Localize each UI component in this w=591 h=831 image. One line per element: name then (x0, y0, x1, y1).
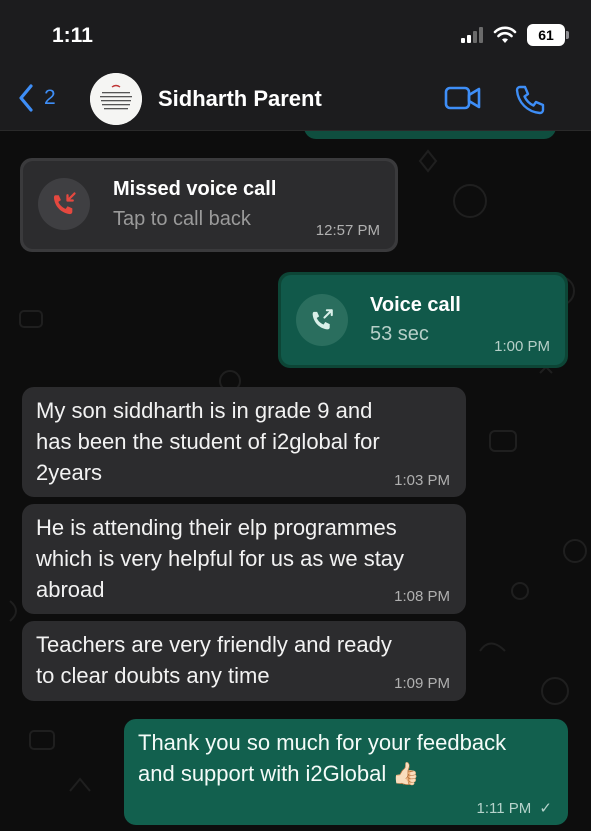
message-text: He is attending their elp programmes whi… (36, 512, 404, 605)
outgoing-call-icon (312, 309, 333, 330)
incoming-message[interactable]: Teachers are very friendly and ready to … (22, 621, 466, 701)
incoming-message[interactable]: My son siddharth is in grade 9 and has b… (22, 387, 466, 497)
back-chevron-icon (19, 84, 33, 112)
message-time: 12:57 PM (315, 222, 380, 239)
video-call-icon (444, 86, 481, 110)
outgoing-message[interactable]: Thank you so much for your feedback and … (124, 719, 568, 825)
message-time: 1:08 PM (394, 588, 450, 605)
message-line: abroad (36, 577, 105, 602)
wifi-icon (493, 26, 517, 43)
avatar-image (90, 73, 142, 125)
video-call-button[interactable] (444, 84, 482, 117)
message-time: 1:00 PM (494, 338, 550, 355)
avatar[interactable] (90, 73, 142, 125)
battery-level: 61 (538, 27, 554, 43)
missed-call-title: Missed voice call (113, 178, 277, 200)
message-line: and support with i2Global 👍🏻 (138, 761, 420, 786)
missed-call-bubble[interactable]: Missed voice call Tap to call back 12:57… (20, 158, 398, 252)
battery-icon: 61 (527, 24, 569, 46)
status-bar: 1:11 61 (0, 0, 591, 70)
message-line: He is attending their elp programmes (36, 515, 397, 540)
contact-name[interactable]: Sidharth Parent (158, 86, 322, 112)
message-line: to clear doubts any time (36, 663, 270, 688)
voice-call-title: Voice call (370, 294, 461, 316)
message-time: 1:09 PM (394, 675, 450, 692)
message-line: Thank you so much for your feedback (138, 730, 507, 755)
message-text: My son siddharth is in grade 9 and has b… (36, 395, 380, 488)
status-time: 1:11 (52, 24, 93, 47)
message-time: 1:03 PM (394, 472, 450, 489)
missed-call-icon-circle (38, 178, 90, 230)
voice-call-bubble[interactable]: Voice call 53 sec 1:00 PM (278, 272, 568, 368)
missed-call-subtitle: Tap to call back (113, 208, 251, 230)
chat-header: 2 Sidharth Parent (0, 70, 591, 131)
message-line: Teachers are very friendly and ready (36, 632, 392, 657)
chat-area[interactable]: Missed voice call Tap to call back 12:57… (0, 131, 591, 831)
missed-call-icon (53, 192, 76, 215)
incoming-message[interactable]: He is attending their elp programmes whi… (22, 504, 466, 614)
message-time-row: 1:11 PM ✓ (477, 799, 553, 817)
partial-outgoing-bubble (304, 131, 556, 139)
status-icons: 61 (461, 24, 569, 46)
signal-icon (461, 27, 483, 43)
voice-call-icon-circle (296, 294, 348, 346)
message-line: which is very helpful for us as we stay (36, 546, 405, 571)
back-button[interactable]: 2 (18, 84, 56, 112)
unread-count: 2 (44, 86, 56, 109)
voice-call-button[interactable] (514, 84, 546, 121)
read-check-icon: ✓ (539, 800, 552, 817)
message-text: Thank you so much for your feedback and … (138, 727, 506, 789)
message-line: My son siddharth is in grade 9 and (36, 398, 373, 423)
message-text: Teachers are very friendly and ready to … (36, 629, 392, 691)
message-line: has been the student of i2global for (36, 429, 380, 454)
message-time: 1:11 PM (476, 800, 532, 817)
message-line: 2years (36, 460, 103, 485)
phone-icon (515, 85, 545, 115)
voice-call-duration: 53 sec (370, 323, 429, 345)
